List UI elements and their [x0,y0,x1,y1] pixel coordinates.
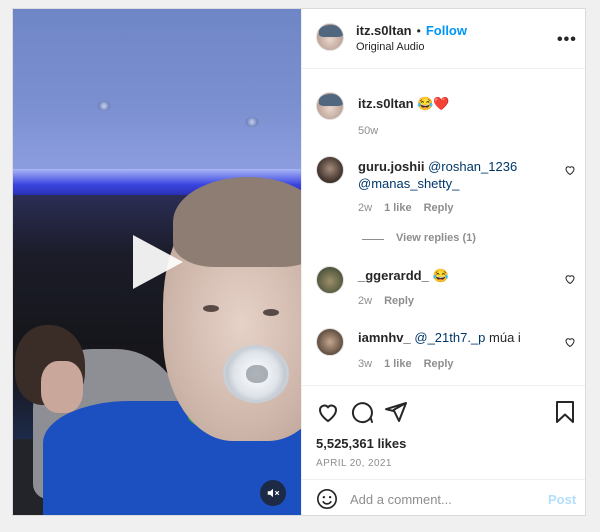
video-player[interactable] [13,9,301,515]
caption-text: 😂❤️ [417,96,450,111]
audio-label[interactable]: Original Audio [356,41,425,53]
comment-composer: Add a comment... Post [302,479,585,515]
post-side-panel: itz.s0ltan • Follow Original Audio ••• itz… [301,9,585,515]
caption-avatar[interactable] [316,92,344,120]
like-comment-heart-icon[interactable] [564,336,576,348]
reply-button[interactable]: Reply [424,358,454,370]
post-actions: 5,525,361 likes APRIL 20, 2021 [302,385,585,479]
caption: itz.s0ltan 😂❤️ [358,95,450,112]
comments-list: itz.s0ltan 😂❤️ 50w guru.joshii @roshan_1… [302,70,585,385]
comment-input[interactable]: Add a comment... [350,492,452,507]
video-scene-pacifier-dot [246,365,268,383]
comment-body: múa i [489,330,521,345]
bookmark-icon[interactable] [554,400,576,424]
caption-age: 50w [358,125,379,137]
comment-avatar[interactable] [316,156,344,184]
emoji-smiley-icon[interactable] [316,488,338,510]
comment-mention[interactable]: @manas_shetty_ [358,176,459,191]
more-options-button[interactable]: ••• [557,31,577,49]
comment-text: guru.joshii @roshan_1236 @manas_shetty_ [358,158,548,192]
like-comment-heart-icon[interactable] [564,164,576,176]
replies-divider [362,239,384,240]
comment-meta: 2w Reply [358,295,414,307]
share-paper-plane-icon[interactable] [384,400,408,424]
mute-button[interactable] [260,480,286,506]
follow-button[interactable]: Follow [426,23,467,38]
video-scene-light [245,117,259,127]
separator-dot: • [416,24,421,38]
post-dialog: itz.s0ltan • Follow Original Audio ••• itz… [12,8,586,516]
reply-button[interactable]: Reply [424,202,454,214]
comment-likes[interactable]: 1 like [384,358,412,370]
comment-meta: 2w 1 like Reply [358,202,454,214]
comment-avatar[interactable] [316,266,344,294]
video-scene-light [97,101,111,111]
comment-age: 2w [358,202,373,214]
avatar-hat [319,94,343,106]
like-heart-icon[interactable] [316,400,340,424]
comment-body: 😂 [432,268,449,283]
post-date: APRIL 20, 2021 [316,458,392,469]
comment-likes[interactable]: 1 like [384,202,412,214]
author-line: itz.s0ltan • Follow [356,22,467,40]
video-scene-baby-hair [173,177,301,267]
likes-count[interactable]: 5,525,361 likes [316,436,406,451]
comment-age: 2w [358,295,373,307]
video-scene-eye [203,305,219,312]
comment-username[interactable]: iamnhv_ [358,330,411,345]
comment-mention[interactable]: @roshan_1236 [428,159,517,174]
video-scene-ceiling [13,9,301,174]
like-comment-heart-icon[interactable] [564,273,576,285]
comment-meta: 3w 1 like Reply [358,358,454,370]
view-replies-button[interactable]: View replies (1) [396,232,476,244]
video-scene-eye [263,309,279,316]
play-icon[interactable] [133,235,183,289]
post-header: itz.s0ltan • Follow Original Audio ••• [302,9,585,69]
video-scene-person-face [41,361,83,413]
post-comment-button[interactable]: Post [548,492,576,507]
speaker-muted-icon [267,488,280,498]
comment-text: _ggerardd_ 😂 [358,267,449,284]
comment-age: 3w [358,358,373,370]
comment-username[interactable]: _ggerardd_ [358,268,429,283]
author-avatar[interactable] [316,23,344,51]
comment-bubble-icon[interactable] [350,400,374,424]
author-username[interactable]: itz.s0ltan [356,23,412,38]
avatar-hat [319,25,343,37]
comment-avatar[interactable] [316,328,344,356]
reply-button[interactable]: Reply [384,295,414,307]
comment-mention[interactable]: @_21th7._p [414,330,485,345]
comment-text: iamnhv_ @_21th7._p múa i [358,329,521,346]
caption-username[interactable]: itz.s0ltan [358,96,414,111]
comment-username[interactable]: guru.joshii [358,159,424,174]
